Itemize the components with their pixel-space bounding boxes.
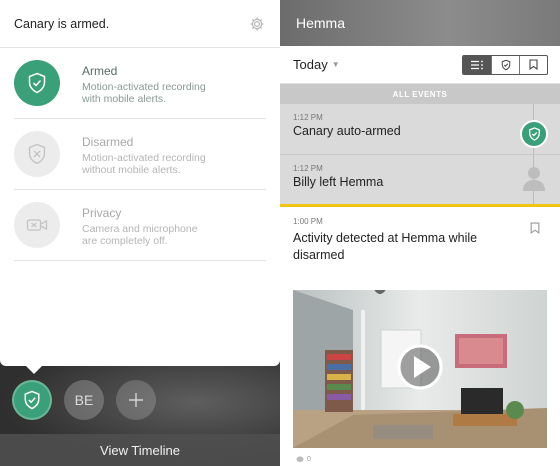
living-room-image [293,290,547,448]
mode-privacy[interactable]: Privacy Camera and microphone are comple… [14,190,266,261]
activity-label: Activity detected at Hemma while disarme… [293,231,478,262]
timeline-panel: Hemma Today ▼ ALL EVENTS 1:12 PM Canary … [280,0,560,466]
location-title: Hemma [296,15,346,31]
event-time: 1:12 PM [293,164,323,173]
comment-count-value: 0 [307,456,311,463]
mode-armed[interactable]: Armed Motion-activated recording with mo… [14,48,266,119]
event-filter-segmented [462,54,548,75]
mode-disarmed[interactable]: Disarmed Motion-activated recording with… [14,119,266,190]
gear-icon[interactable] [248,15,266,33]
user-initials-button[interactable]: BE [64,380,104,420]
date-filter-label: Today [293,57,328,72]
shield-x-icon [14,131,60,177]
mode-armed-desc-1: Motion-activated recording [82,81,206,93]
filter-all-events-button[interactable] [463,55,491,74]
location-switcher: BE [12,380,156,420]
event-row[interactable]: 1:12 PM Billy left Hemma [280,154,560,204]
armed-status-title: Canary is armed. [14,16,110,31]
list-icon [471,60,483,69]
section-header: ALL EVENTS [280,84,560,104]
mode-privacy-name: Privacy [82,206,122,220]
add-button[interactable] [116,380,156,420]
bookmark-icon[interactable] [530,221,540,239]
camera-off-icon [14,202,60,248]
security-mode-panel: Canary is armed. Armed Motion-activated … [0,0,280,466]
mode-disarmed-name: Disarmed [82,135,134,149]
shield-check-icon [520,120,548,148]
event-group: 1:12 PM Canary auto-armed 1:12 PM Billy … [280,104,560,204]
person-icon [522,165,546,191]
timeline-toolbar: Today ▼ [280,46,560,84]
filter-bookmarks-button[interactable] [519,55,547,74]
video-thumbnail[interactable] [293,290,547,448]
event-label: Billy left Hemma [293,175,384,189]
popover-header: Canary is armed. [0,0,280,48]
mode-armed-desc-2: with mobile alerts. [82,93,167,105]
chevron-down-icon: ▼ [331,60,340,69]
shield-icon [501,59,510,70]
comment-icon [296,456,304,462]
filter-security-button[interactable] [491,55,519,74]
date-filter-dropdown[interactable]: Today ▼ [293,57,340,72]
plus-icon [129,393,143,407]
mode-popover: Canary is armed. Armed Motion-activated … [0,0,280,374]
event-label: Canary auto-armed [293,124,401,138]
view-timeline-button[interactable]: View Timeline [0,434,280,466]
shield-check-icon [14,60,60,106]
mode-privacy-desc-2: are completely off. [82,235,168,247]
timeline-header: Hemma [280,0,560,46]
event-time: 1:12 PM [293,113,323,122]
popover-caret [26,366,42,374]
event-row[interactable]: 1:12 PM Canary auto-armed [280,104,560,154]
mode-toggle-button[interactable] [12,380,52,420]
shield-check-icon [24,390,40,410]
mode-armed-name: Armed [82,64,118,78]
activity-time: 1:00 PM [293,217,323,226]
comment-count: 0 [296,456,311,463]
activity-event[interactable]: 1:00 PM Activity detected at Hemma while… [280,207,560,279]
bookmark-icon [529,59,538,70]
mode-privacy-desc-1: Camera and microphone [82,223,198,235]
mode-disarmed-desc-1: Motion-activated recording [82,152,206,164]
mode-disarmed-desc-2: without mobile alerts. [82,164,181,176]
